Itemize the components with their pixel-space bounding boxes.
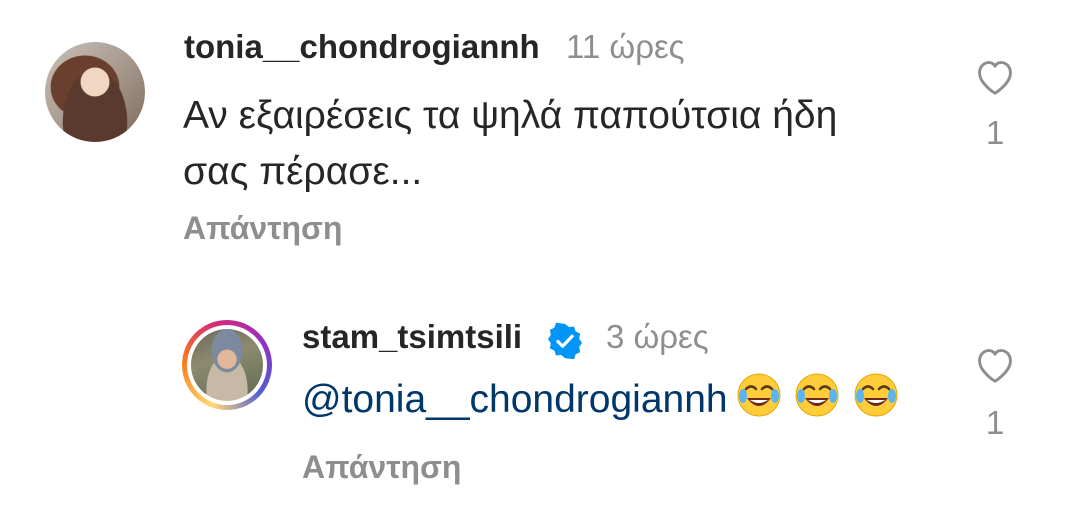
face-with-tears-of-joy-icon [795,373,839,417]
comment-timestamp: 3 ώρες [606,318,709,355]
heart-outline-icon[interactable] [973,56,1017,96]
comment: tonia__chondrogiannh 11 ώρες Αν εξαιρέσε… [0,0,1080,270]
comment-timestamp: 11 ώρες [566,28,685,65]
story-ring[interactable] [182,320,272,410]
face-with-tears-of-joy-icon [854,373,898,417]
face-with-tears-of-joy-icon [737,373,781,417]
emoji-group [736,372,902,434]
avatar[interactable] [191,329,263,401]
mention-link[interactable]: @tonia__chondrogiannh [302,378,728,421]
avatar[interactable] [45,42,145,142]
like-count: 1 [985,404,1005,441]
comment-text: Αν εξαιρέσεις τα ψηλά παπούτσια ήδη σας … [183,88,943,200]
comment-text-line: Αν εξαιρέσεις τα ψηλά παπούτσια ήδη [183,94,838,137]
comment-username[interactable]: tonia__chondrogiannh [184,28,540,66]
reply-button[interactable]: Απάντηση [302,449,461,486]
comment-text: @tonia__chondrogiannh [302,372,1002,434]
comment-text-line: σας πέρασε... [183,150,423,193]
comments-thread: tonia__chondrogiannh 11 ώρες Αν εξαιρέσε… [0,0,1080,512]
heart-outline-icon[interactable] [973,344,1017,384]
verified-badge-icon [547,322,583,360]
like-count: 1 [985,114,1005,151]
comment-username[interactable]: stam_tsimtsili [302,318,522,356]
reply-button[interactable]: Απάντηση [183,210,342,247]
